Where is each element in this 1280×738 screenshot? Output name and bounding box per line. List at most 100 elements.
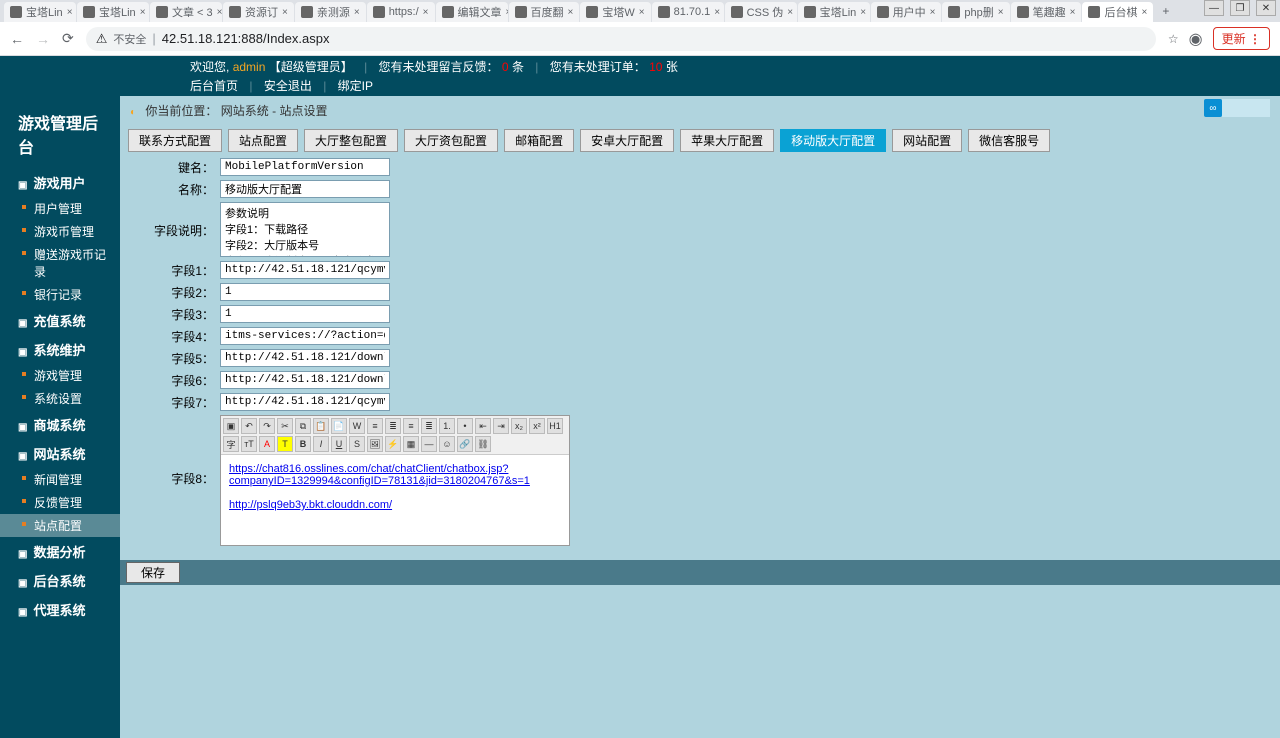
field4-input[interactable] — [220, 327, 390, 345]
sidebar-item[interactable]: 用户管理 — [0, 197, 120, 220]
sidebar-group-recharge[interactable]: 充值系统 — [0, 306, 120, 335]
close-icon[interactable]: × — [1141, 7, 1147, 18]
address-bar[interactable]: ⚠ 不安全 | 42.51.18.121:888/Index.aspx — [86, 27, 1156, 51]
close-icon[interactable]: × — [930, 7, 936, 18]
back-icon[interactable]: ← — [10, 31, 24, 47]
tab-contact[interactable]: 联系方式配置 — [128, 129, 222, 152]
sidebar-group-mall[interactable]: 商城系统 — [0, 410, 120, 439]
sidebar-group-data[interactable]: 数据分析 — [0, 537, 120, 566]
browser-tab[interactable]: 宝塔Lin× — [4, 2, 76, 22]
sidebar-item-active[interactable]: 站点配置 — [0, 514, 120, 537]
browser-tab[interactable]: 宝塔W× — [580, 2, 650, 22]
editor-list-ul-icon[interactable]: • — [457, 418, 473, 434]
editor-align-center-icon[interactable]: ≣ — [385, 418, 401, 434]
minimize-icon[interactable]: — — [1204, 0, 1224, 16]
tab-wechat[interactable]: 微信客服号 — [968, 129, 1050, 152]
new-tab-button[interactable]: + — [1154, 4, 1177, 18]
sidebar-group-agent[interactable]: 代理系统 — [0, 595, 120, 624]
editor-bgcolor-icon[interactable]: T — [277, 436, 293, 452]
editor-emoji-icon[interactable]: ☺ — [439, 436, 455, 452]
editor-sub-icon[interactable]: x₂ — [511, 418, 527, 434]
editor-outdent-icon[interactable]: ⇤ — [475, 418, 491, 434]
browser-tab[interactable]: php删× — [942, 2, 1009, 22]
tab-mail[interactable]: 邮箱配置 — [504, 129, 574, 152]
editor-bold-icon[interactable]: B — [295, 436, 311, 452]
editor-heading-icon[interactable]: H1 — [547, 418, 563, 434]
star-icon[interactable]: ☆ — [1168, 32, 1179, 46]
browser-tab[interactable]: 用户中× — [871, 2, 942, 22]
editor-table-icon[interactable]: ▦ — [403, 436, 419, 452]
editor-redo-icon[interactable]: ↷ — [259, 418, 275, 434]
close-icon[interactable]: × — [714, 7, 720, 18]
field6-input[interactable] — [220, 371, 390, 389]
field1-input[interactable] — [220, 261, 390, 279]
close-icon[interactable]: × — [1070, 7, 1076, 18]
editor-hr-icon[interactable]: — — [421, 436, 437, 452]
close-window-icon[interactable]: ✕ — [1256, 0, 1276, 16]
editor-paste-icon[interactable]: 📋 — [313, 418, 329, 434]
cloud-extension-icon[interactable]: ∞ — [1204, 99, 1222, 117]
browser-tab-active[interactable]: 后台棋× — [1082, 2, 1153, 22]
editor-image-icon[interactable]: 🖼 — [367, 436, 383, 452]
browser-tab[interactable]: CSS 伪× — [725, 2, 797, 22]
browser-tab[interactable]: 资源订× — [223, 2, 294, 22]
editor-align-left-icon[interactable]: ≡ — [367, 418, 383, 434]
close-icon[interactable]: × — [217, 7, 222, 18]
browser-tab[interactable]: 编辑文章× — [436, 2, 508, 22]
close-icon[interactable]: × — [639, 7, 645, 18]
sidebar-group-maint[interactable]: 系统维护 — [0, 335, 120, 364]
close-icon[interactable]: × — [787, 7, 793, 18]
sidebar-group-site[interactable]: 网站系统 — [0, 439, 120, 468]
editor-font-icon[interactable]: 字 — [223, 436, 239, 452]
tab-apple[interactable]: 苹果大厅配置 — [680, 129, 774, 152]
close-icon[interactable]: × — [568, 7, 574, 18]
editor-paste-word-icon[interactable]: W — [349, 418, 365, 434]
tab-hall-res[interactable]: 大厅资包配置 — [404, 129, 498, 152]
editor-content[interactable]: https://chat816.osslines.com/chat/chatCl… — [221, 455, 569, 545]
sidebar-group-game-user[interactable]: 游戏用户 — [0, 168, 120, 197]
close-icon[interactable]: × — [354, 7, 360, 18]
close-icon[interactable]: × — [423, 7, 429, 18]
sidebar-item[interactable]: 新闻管理 — [0, 468, 120, 491]
logout-link[interactable]: 安全退出 — [264, 79, 312, 93]
sidebar-item[interactable]: 反馈管理 — [0, 491, 120, 514]
reload-icon[interactable]: ⟳ — [62, 30, 74, 47]
browser-tab[interactable]: 百度翻× — [509, 2, 580, 22]
browser-tab[interactable]: https:/× — [367, 2, 435, 22]
profile-icon[interactable]: ◉ — [1189, 29, 1203, 49]
editor-flash-icon[interactable]: ⚡ — [385, 436, 401, 452]
forward-icon[interactable]: → — [36, 31, 50, 47]
browser-tab[interactable]: 亲测源× — [295, 2, 366, 22]
sidebar-group-admin[interactable]: 后台系统 — [0, 566, 120, 595]
editor-link-icon[interactable]: 🔗 — [457, 436, 473, 452]
field5-input[interactable] — [220, 349, 390, 367]
cdn-link[interactable]: http://pslq9eb3y.bkt.clouddn.com/ — [229, 499, 392, 511]
editor-list-ol-icon[interactable]: 1. — [439, 418, 455, 434]
chat-link[interactable]: https://chat816.osslines.com/chat/chatCl… — [229, 463, 530, 487]
sidebar-item[interactable]: 银行记录 — [0, 283, 120, 306]
close-icon[interactable]: × — [282, 7, 288, 18]
tab-site[interactable]: 站点配置 — [228, 129, 298, 152]
browser-tab[interactable]: 宝塔Lin× — [798, 2, 870, 22]
tab-website[interactable]: 网站配置 — [892, 129, 962, 152]
keyname-input[interactable] — [220, 158, 390, 176]
editor-italic-icon[interactable]: I — [313, 436, 329, 452]
editor-underline-icon[interactable]: U — [331, 436, 347, 452]
editor-indent-icon[interactable]: ⇥ — [493, 418, 509, 434]
editor-unlink-icon[interactable]: ⛓ — [475, 436, 491, 452]
editor-color-icon[interactable]: A — [259, 436, 275, 452]
close-icon[interactable]: × — [506, 7, 508, 18]
sidebar-item[interactable]: 游戏币管理 — [0, 220, 120, 243]
update-button[interactable]: 更新 ⋮ — [1213, 27, 1270, 50]
editor-source-icon[interactable]: ▣ — [223, 418, 239, 434]
tab-android[interactable]: 安卓大厅配置 — [580, 129, 674, 152]
close-icon[interactable]: × — [860, 7, 866, 18]
close-icon[interactable]: × — [140, 7, 146, 18]
browser-tab[interactable]: 文章 < 3× — [150, 2, 222, 22]
field3-input[interactable] — [220, 305, 390, 323]
sidebar-item[interactable]: 赠送游戏币记录 — [0, 243, 120, 283]
sidebar-item[interactable]: 系统设置 — [0, 387, 120, 410]
tab-hall-full[interactable]: 大厅整包配置 — [304, 129, 398, 152]
name-input[interactable] — [220, 180, 390, 198]
sidebar-item[interactable]: 游戏管理 — [0, 364, 120, 387]
